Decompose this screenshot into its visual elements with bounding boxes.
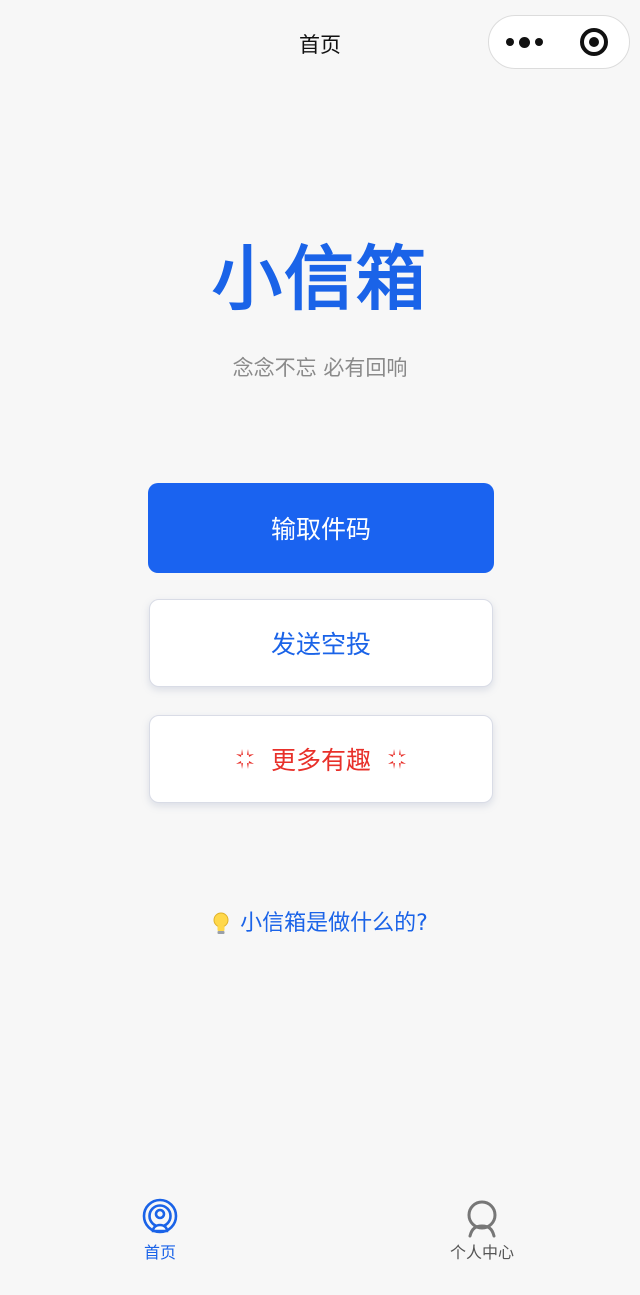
target-ring bbox=[580, 28, 608, 56]
dot bbox=[534, 38, 543, 46]
tab-home[interactable]: 首页 bbox=[80, 1198, 240, 1264]
enter-code-label: 输取件码 bbox=[270, 515, 371, 544]
dot bbox=[518, 36, 530, 48]
tab-profile[interactable]: 个人中心 bbox=[402, 1198, 562, 1264]
tab-home-label: 首页 bbox=[143, 1243, 176, 1262]
help-label: 小信箱是做什么的? bbox=[240, 911, 428, 936]
mini-program-close-icon[interactable] bbox=[559, 16, 629, 68]
home-page: 首页 小信箱 念念不忘 必有回响 输取件码 发送空投 更多有趣 小信箱是做什么的… bbox=[0, 0, 640, 1295]
dot bbox=[505, 38, 514, 46]
tab-profile-label: 个人中心 bbox=[449, 1243, 514, 1262]
send-airdrop-label: 发送空投 bbox=[270, 630, 371, 659]
anger-symbol-icon bbox=[235, 749, 254, 769]
send-airdrop-button[interactable]: 发送空投 bbox=[149, 599, 493, 687]
app-title: 小信箱 bbox=[212, 238, 428, 320]
target-center bbox=[589, 37, 599, 47]
tab-bar: 首页 个人中心 bbox=[0, 1180, 640, 1295]
slogan: 念念不忘 必有回响 bbox=[232, 356, 408, 380]
light-bulb-icon bbox=[213, 912, 229, 934]
more-fun-button[interactable]: 更多有趣 bbox=[149, 715, 493, 803]
broadcast-icon bbox=[142, 1198, 178, 1234]
more-dots-icon[interactable] bbox=[489, 16, 559, 68]
help-link[interactable]: 小信箱是做什么的? bbox=[0, 908, 640, 940]
more-fun-label: 更多有趣 bbox=[270, 746, 371, 775]
user-icon bbox=[467, 1200, 497, 1238]
anger-symbol-icon bbox=[388, 749, 406, 769]
enter-code-button[interactable]: 输取件码 bbox=[148, 483, 494, 573]
navigation-bar: 首页 bbox=[0, 0, 640, 90]
mini-program-capsule bbox=[488, 15, 630, 69]
